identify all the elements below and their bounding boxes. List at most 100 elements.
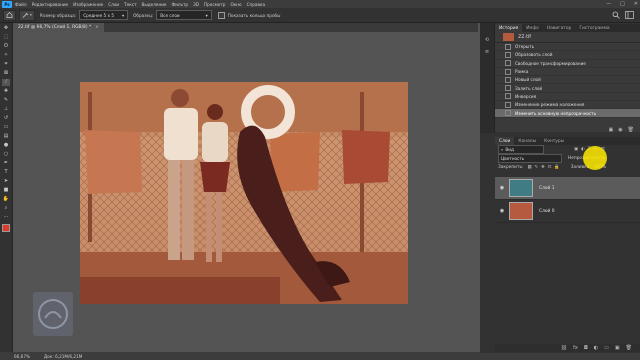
- blend-mode-select[interactable]: Цветность: [498, 154, 562, 163]
- menu-3d[interactable]: 3D: [193, 2, 199, 7]
- brush-icon[interactable]: ✎: [2, 97, 10, 104]
- layer-filter-select[interactable]: ⌕ Вид: [498, 145, 544, 154]
- history-item-label: Образовать слой: [515, 52, 553, 58]
- menu-help[interactable]: Справка: [247, 2, 265, 7]
- crop-icon[interactable]: ⌗: [2, 61, 10, 68]
- dodge-icon[interactable]: ○: [2, 151, 10, 158]
- menu-layers[interactable]: Слои: [108, 2, 119, 7]
- eraser-icon[interactable]: ▭: [2, 124, 10, 131]
- search-icon[interactable]: [612, 11, 620, 19]
- layer-row[interactable]: ◉ Слой 0: [495, 200, 640, 223]
- document-image[interactable]: [80, 82, 408, 304]
- lock-icons[interactable]: ▦✎✥⊡🔒: [527, 165, 562, 170]
- tab-layers[interactable]: Слои: [495, 137, 515, 145]
- more-icon[interactable]: ⋯: [2, 214, 10, 221]
- tab-channels[interactable]: Каналы: [514, 137, 540, 145]
- healing-icon[interactable]: ✚: [2, 88, 10, 95]
- blend-row: Цветность Непрозрачность:: [495, 154, 640, 163]
- history-snapshot[interactable]: 22.tif: [495, 32, 640, 43]
- document-tab[interactable]: 22.tif @ 66,7% (Слой 1, RGB/8) * ×: [13, 23, 104, 32]
- marquee-icon[interactable]: ⬚: [2, 34, 10, 41]
- workspace-icon[interactable]: [625, 11, 634, 19]
- color-swatches[interactable]: [0, 224, 13, 238]
- properties-panel-icon[interactable]: ≡: [480, 49, 494, 55]
- sample-size-label: Размер образца:: [39, 12, 77, 18]
- folder-icon[interactable]: ▭: [604, 345, 609, 351]
- lasso-icon[interactable]: ʘ: [2, 43, 10, 50]
- new-document-icon[interactable]: ▣: [609, 127, 614, 133]
- layer-row-selected[interactable]: ◉ Слой 1: [495, 177, 640, 200]
- sample-size-select[interactable]: Среднее 5 х 5 ▾: [79, 10, 129, 20]
- history-item[interactable]: Изменение режима наложения: [495, 101, 640, 110]
- history-item[interactable]: Открыть: [495, 43, 640, 52]
- tools-panel: ✥ ⬚ ʘ ✧ ⌗ ⊠ ⁄ ✚ ✎ ⊥ ↺ ▭ ▤ ● ○ ✒ T ➤ ■ ✋ …: [0, 23, 13, 353]
- magic-wand-icon[interactable]: ✧: [2, 52, 10, 59]
- minimize-button[interactable]: —: [606, 1, 611, 7]
- lock-row: Закрепить: ▦✎✥⊡🔒 Заливка: 100%: [495, 163, 640, 172]
- history-item[interactable]: Свободное трансформирование: [495, 60, 640, 68]
- gradient-icon[interactable]: ▤: [2, 133, 10, 140]
- history-item[interactable]: Рамка: [495, 68, 640, 77]
- layers-panel-tabs: Слои Каналы Контуры: [495, 137, 640, 145]
- mask-icon[interactable]: ◘: [584, 345, 588, 351]
- frame-icon[interactable]: ⊠: [2, 70, 10, 77]
- zoom-icon[interactable]: ⌕: [2, 205, 10, 212]
- show-ring-checkbox[interactable]: [217, 11, 225, 19]
- trash-icon[interactable]: 🗑: [626, 345, 632, 351]
- tab-navigator[interactable]: Навигатор: [543, 24, 575, 32]
- menu-view[interactable]: Просмотр: [204, 2, 226, 7]
- status-bar: 66,67% Док: 6,21M/6,21M: [0, 352, 640, 360]
- history-step-icon: [505, 85, 511, 92]
- tab-paths[interactable]: Контуры: [540, 137, 568, 145]
- menu-window[interactable]: Окно: [230, 2, 241, 7]
- sample-value: Все слои: [160, 12, 180, 18]
- camera-icon[interactable]: ◉: [618, 127, 622, 133]
- clone-stamp-icon[interactable]: ⊥: [2, 106, 10, 113]
- history-panel-icon[interactable]: ⟲: [480, 37, 494, 43]
- menu-type[interactable]: Текст: [124, 2, 136, 7]
- home-button[interactable]: [3, 9, 16, 21]
- history-step-icon: [505, 93, 511, 100]
- tab-info[interactable]: Инфо: [522, 24, 543, 32]
- type-icon[interactable]: T: [2, 169, 10, 176]
- history-item[interactable]: Образовать слой: [495, 51, 640, 60]
- history-footer: ▣ ◉ 🗑: [495, 126, 640, 134]
- menu-edit[interactable]: Редактирование: [32, 2, 69, 7]
- foreground-color-swatch[interactable]: [2, 224, 10, 232]
- link-icon[interactable]: ⛓: [561, 345, 567, 351]
- pen-icon[interactable]: ✒: [2, 160, 10, 167]
- tab-history[interactable]: История: [495, 24, 523, 32]
- fx-icon[interactable]: fx: [573, 345, 578, 351]
- close-window-button[interactable]: ✕: [634, 1, 638, 7]
- menu-file[interactable]: Файл: [15, 2, 27, 7]
- history-step-icon: [505, 68, 511, 75]
- history-item-selected[interactable]: Изменить основную непрозрачность: [495, 109, 640, 118]
- history-item[interactable]: Новый слой: [495, 76, 640, 85]
- adjustment-icon[interactable]: ◐: [594, 345, 598, 351]
- layer-thumbnail: [509, 202, 533, 220]
- eye-icon[interactable]: ◉: [498, 208, 506, 214]
- history-brush-icon[interactable]: ↺: [2, 115, 10, 122]
- tool-preset-button[interactable]: ▾: [19, 9, 35, 21]
- menu-select[interactable]: Выделение: [142, 2, 167, 7]
- eyedropper-icon[interactable]: ⁄: [2, 79, 10, 86]
- menu-filter[interactable]: Фильтр: [172, 2, 189, 7]
- path-selection-icon[interactable]: ➤: [2, 178, 10, 185]
- window-controls: — □ ✕: [606, 1, 638, 7]
- close-tab-icon[interactable]: ×: [95, 25, 99, 30]
- history-item[interactable]: Залить слой: [495, 84, 640, 93]
- history-item[interactable]: Инверсия: [495, 93, 640, 102]
- blend-mode-value: Цветность: [501, 156, 525, 161]
- trash-icon[interactable]: 🗑: [628, 127, 634, 133]
- menu-image[interactable]: Изображение: [73, 2, 103, 7]
- new-layer-icon[interactable]: ▣: [615, 345, 620, 351]
- shape-icon[interactable]: ■: [2, 187, 10, 194]
- hand-icon[interactable]: ✋: [2, 196, 10, 203]
- eye-icon[interactable]: ◉: [498, 185, 506, 191]
- tab-histogram[interactable]: Гистограмма: [575, 24, 613, 32]
- blur-icon[interactable]: ●: [2, 142, 10, 149]
- sample-select[interactable]: Все слои ▾: [156, 10, 212, 20]
- move-icon[interactable]: ✥: [2, 25, 10, 32]
- zoom-level[interactable]: 66,67%: [14, 354, 30, 359]
- maximize-button[interactable]: □: [620, 1, 625, 7]
